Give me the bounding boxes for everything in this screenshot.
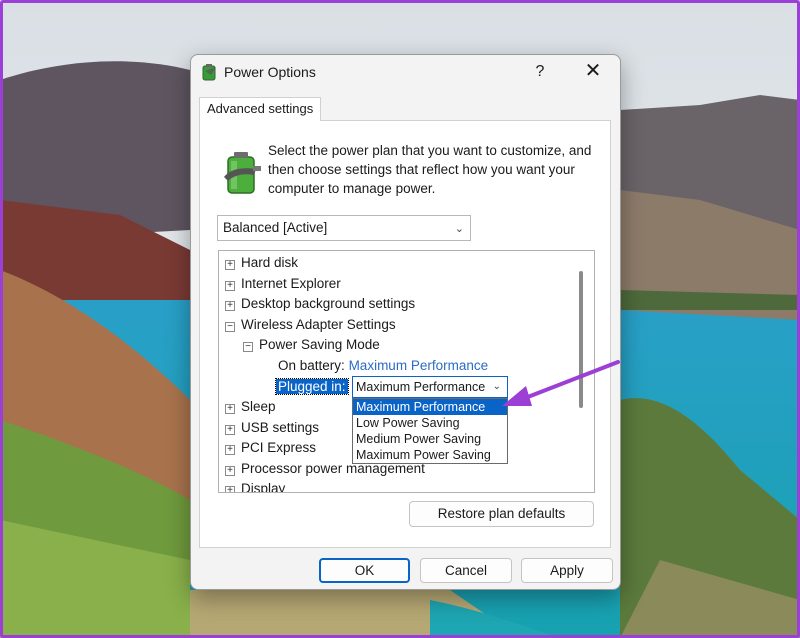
tab-advanced-settings[interactable]: Advanced settings xyxy=(199,97,322,121)
advanced-settings-panel: Select the power plan that you want to c… xyxy=(199,120,611,548)
tree-item-power-saving-mode[interactable]: − Power Saving Mode xyxy=(243,335,380,355)
tree-item-display[interactable]: + Display xyxy=(225,479,286,493)
tree-item-label: Hard disk xyxy=(241,255,299,270)
tree-item-label: Internet Explorer xyxy=(241,276,341,291)
power-plan-select[interactable]: Balanced [Active] ⌄ xyxy=(217,215,471,241)
power-options-icon xyxy=(202,64,216,81)
expand-icon[interactable]: + xyxy=(225,425,235,435)
tree-item-pci-express[interactable]: + PCI Express xyxy=(225,438,316,458)
option-maximum-power-saving[interactable]: Maximum Power Saving xyxy=(353,447,507,463)
tree-item-label: USB settings xyxy=(241,420,320,435)
ok-button[interactable]: OK xyxy=(319,558,410,583)
tree-item-wireless-adapter[interactable]: − Wireless Adapter Settings xyxy=(225,315,396,335)
battery-plug-icon xyxy=(224,152,261,194)
intro-text: Select the power plan that you want to c… xyxy=(268,143,592,196)
close-button[interactable]: ✕ xyxy=(579,60,607,84)
on-battery-setting[interactable]: On battery: Maximum Performance xyxy=(278,356,488,376)
power-plan-value: Balanced [Active] xyxy=(223,220,328,235)
cancel-button[interactable]: Cancel xyxy=(420,558,512,583)
collapse-icon[interactable]: − xyxy=(243,342,253,352)
apply-button[interactable]: Apply xyxy=(521,558,613,583)
title-bar[interactable]: Power Options ? ✕ xyxy=(191,55,620,89)
tree-item-hard-disk[interactable]: + Hard disk xyxy=(225,253,298,273)
restore-defaults-button[interactable]: Restore plan defaults xyxy=(409,501,594,527)
plugged-in-setting[interactable]: Plugged in: xyxy=(275,377,349,397)
expand-icon[interactable]: + xyxy=(225,301,235,311)
tree-item-internet-explorer[interactable]: + Internet Explorer xyxy=(225,274,341,294)
plugged-in-value: Maximum Performance xyxy=(356,380,486,394)
collapse-icon[interactable]: − xyxy=(225,322,235,332)
plugged-in-label: Plugged in: xyxy=(275,378,349,395)
power-options-dialog: Power Options ? ✕ Advanced settings Sele… xyxy=(190,54,621,590)
on-battery-label: On battery: xyxy=(278,358,345,373)
expand-icon[interactable]: + xyxy=(225,404,235,414)
expand-icon[interactable]: + xyxy=(225,445,235,455)
tree-item-label: Sleep xyxy=(241,399,276,414)
option-low-power-saving[interactable]: Low Power Saving xyxy=(353,415,507,431)
tree-item-label: Power Saving Mode xyxy=(259,337,380,352)
on-battery-value[interactable]: Maximum Performance xyxy=(349,358,489,373)
expand-icon[interactable]: + xyxy=(225,466,235,476)
tree-item-desktop-background[interactable]: + Desktop background settings xyxy=(225,294,415,314)
window-title: Power Options xyxy=(224,64,316,80)
expand-icon[interactable]: + xyxy=(225,260,235,270)
tree-item-sleep[interactable]: + Sleep xyxy=(225,397,276,417)
option-maximum-performance[interactable]: Maximum Performance xyxy=(353,399,507,415)
tree-item-usb-settings[interactable]: + USB settings xyxy=(225,418,319,438)
tree-item-label: Wireless Adapter Settings xyxy=(241,317,396,332)
plugged-in-options-list[interactable]: Maximum Performance Low Power Saving Med… xyxy=(352,398,508,464)
tree-item-label: Desktop background settings xyxy=(241,296,416,311)
expand-icon[interactable]: + xyxy=(225,281,235,291)
option-medium-power-saving[interactable]: Medium Power Saving xyxy=(353,431,507,447)
annotation-arrow-icon xyxy=(502,360,620,406)
expand-icon[interactable]: + xyxy=(225,486,235,492)
help-button[interactable]: ? xyxy=(527,60,553,84)
tree-item-label: Display xyxy=(241,481,286,493)
chevron-down-icon: ⌄ xyxy=(454,223,464,235)
tree-item-label: PCI Express xyxy=(241,440,317,455)
plugged-in-select[interactable]: Maximum Performance ⌄ xyxy=(352,376,508,398)
